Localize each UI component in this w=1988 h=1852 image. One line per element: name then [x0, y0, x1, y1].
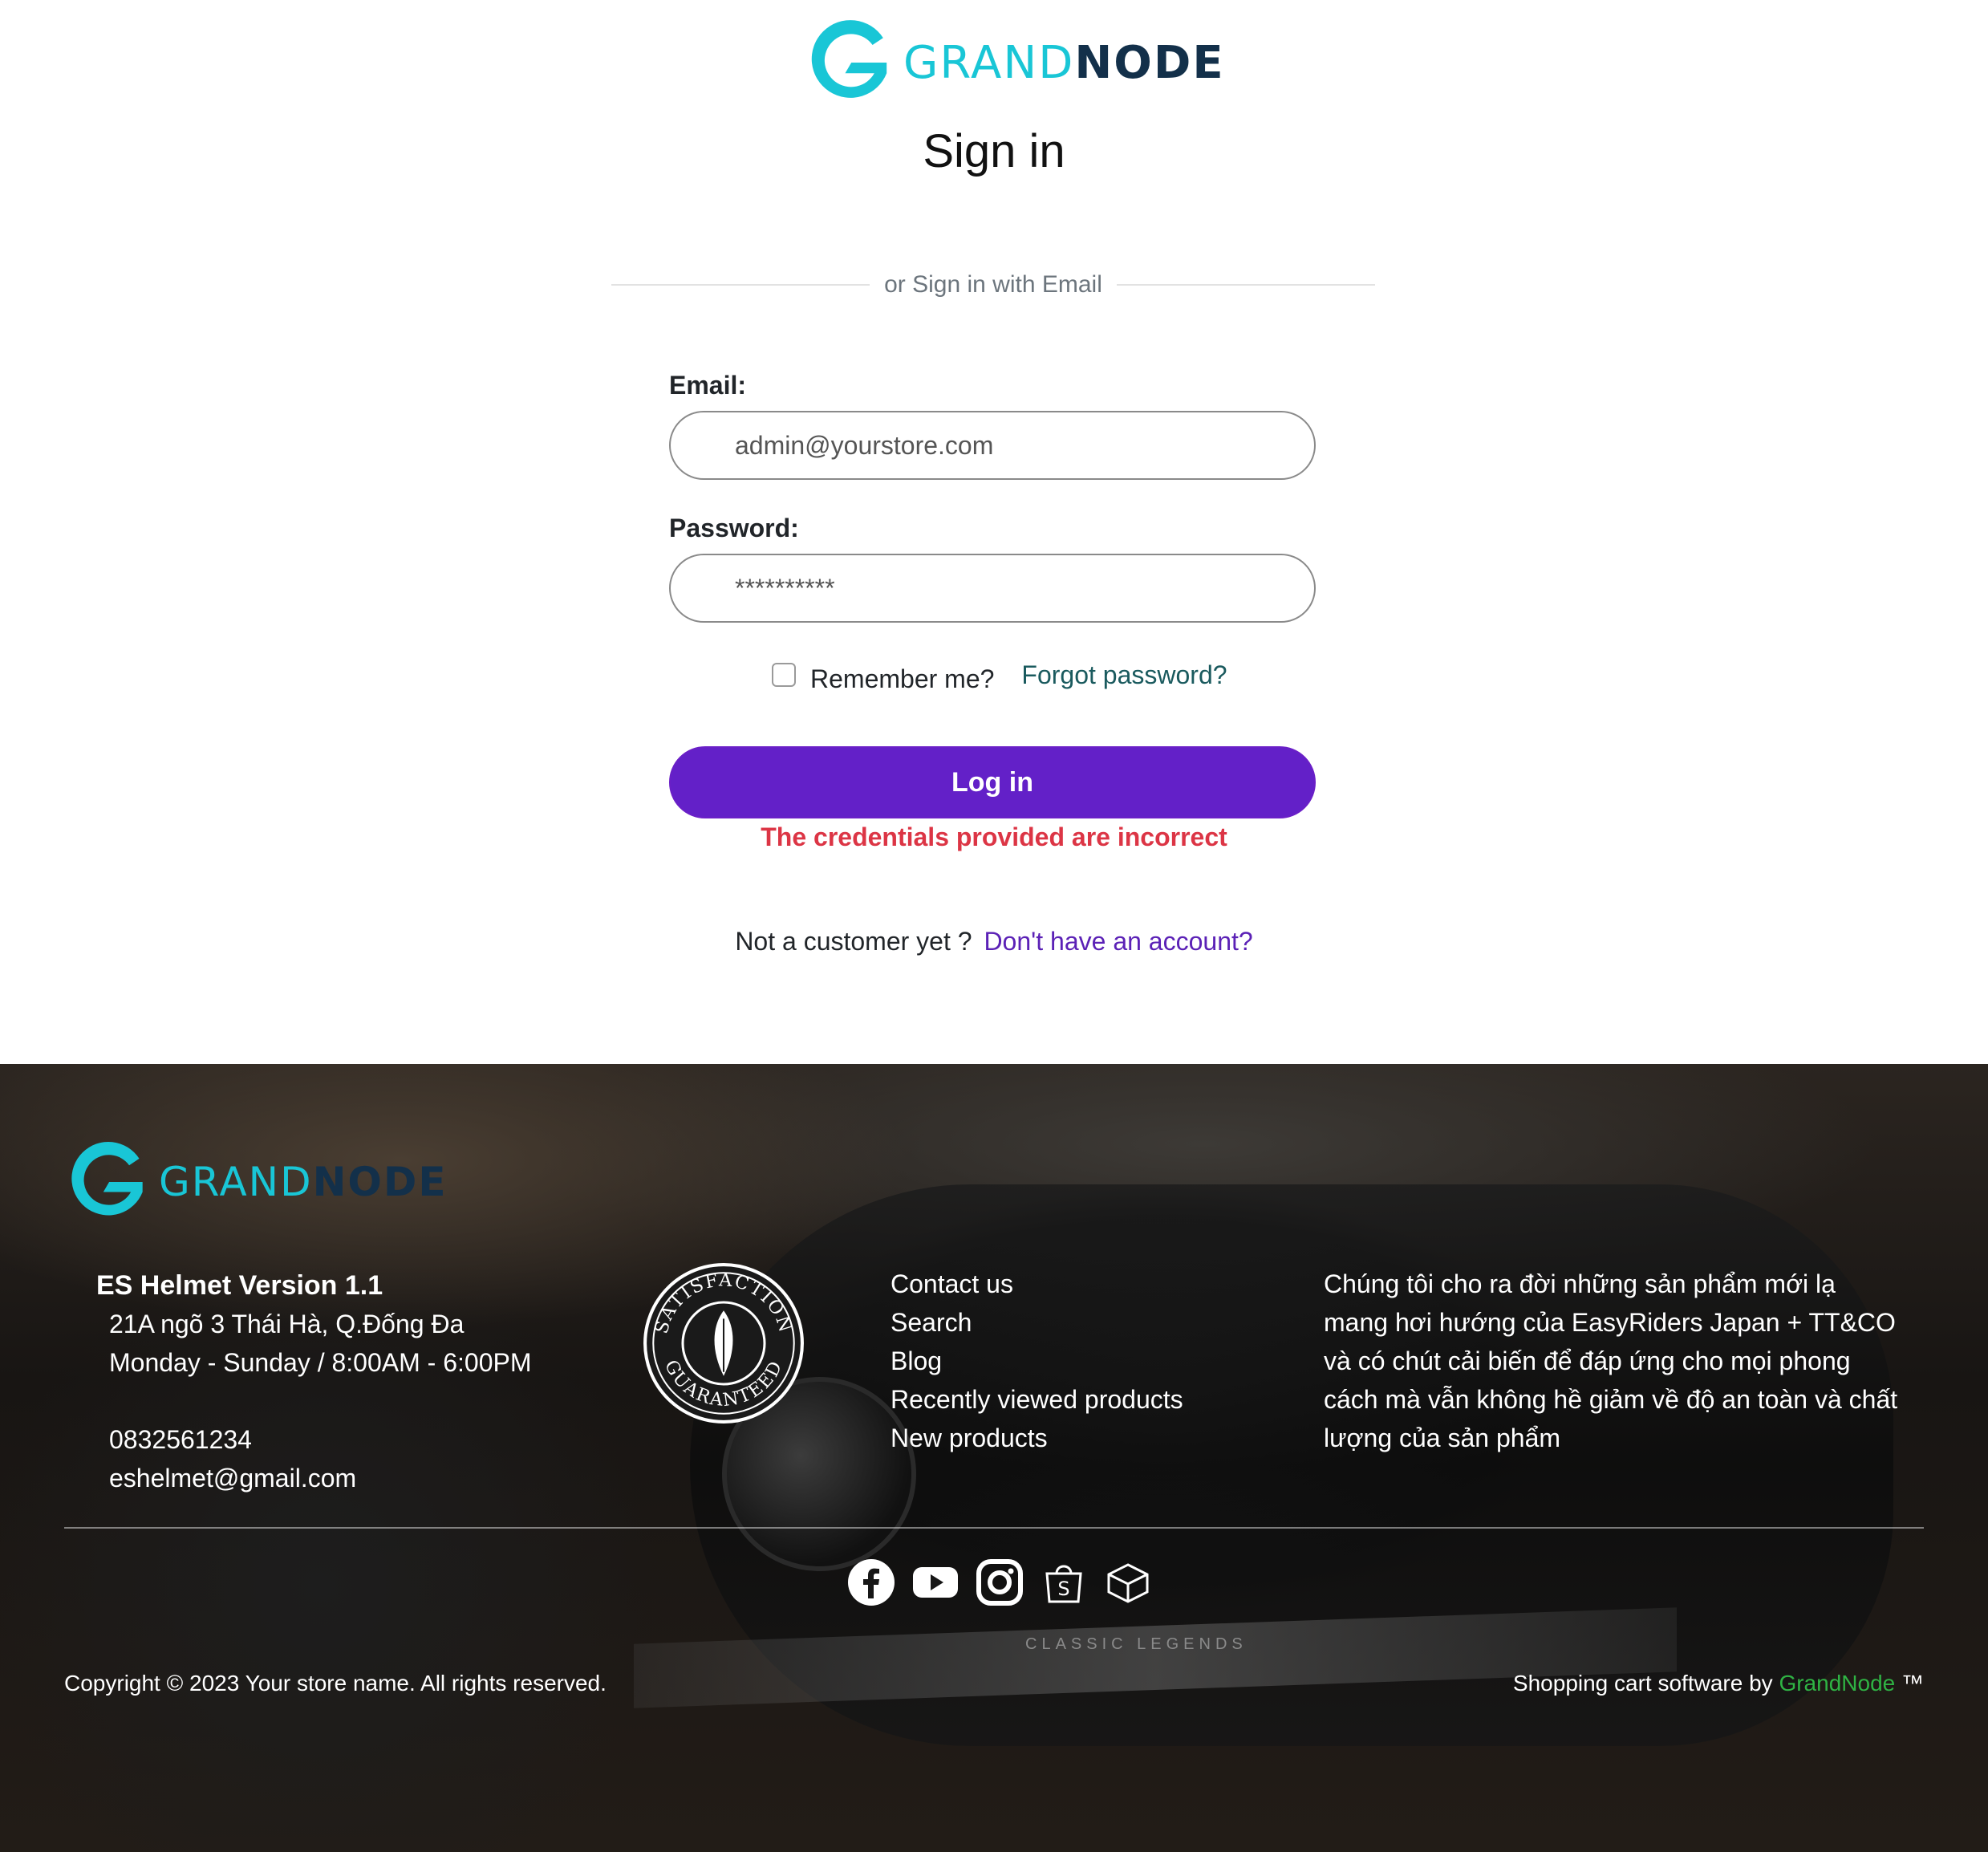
divider-line-right — [1116, 284, 1375, 286]
footer-link-new-products[interactable]: New products — [891, 1424, 1048, 1452]
email-label: Email: — [669, 371, 747, 400]
site-logo[interactable]: GRANDNODE — [805, 18, 1223, 108]
divider-line-left — [611, 284, 870, 286]
remember-me-checkbox[interactable] — [772, 663, 796, 687]
remember-me-label[interactable]: Remember me? — [810, 664, 994, 694]
password-field[interactable] — [669, 554, 1316, 623]
store-address: 21A ngõ 3 Thái Hà, Q.Đống Đa — [109, 1310, 465, 1338]
login-button[interactable]: Log in — [669, 746, 1316, 818]
shopee-icon[interactable]: S — [1040, 1558, 1088, 1606]
footer-link-item: Blog — [891, 1342, 1183, 1380]
grandnode-logo-icon — [811, 20, 887, 98]
divider-text: or Sign in with Email — [884, 271, 1102, 298]
instagram-icon[interactable] — [976, 1558, 1024, 1606]
sign-in-divider: or Sign in with Email — [611, 265, 1375, 305]
footer-link-contact-us[interactable]: Contact us — [891, 1269, 1013, 1298]
register-prompt: Not a customer yet ? — [735, 927, 972, 956]
store-name: ES Helmet Version 1.1 — [96, 1270, 383, 1301]
facebook-icon[interactable] — [847, 1558, 895, 1606]
social-links: S — [847, 1558, 1152, 1606]
svg-text:S: S — [1057, 1578, 1069, 1600]
store-hours: Monday - Sunday / 8:00AM - 6:00PM — [109, 1348, 532, 1377]
youtube-icon[interactable] — [911, 1558, 960, 1606]
footer-links: Contact us Search Blog Recently viewed p… — [891, 1265, 1183, 1457]
password-label: Password: — [669, 514, 799, 542]
store-email: eshelmet@gmail.com — [109, 1464, 357, 1493]
powered-by-prefix: Shopping cart software by — [1512, 1671, 1773, 1696]
footer-logo-text: GRANDNODE — [159, 1159, 448, 1205]
footer-logo[interactable]: GRANDNODE — [66, 1138, 483, 1226]
login-error-message: The credentials provided are incorrect — [761, 822, 1227, 851]
remember-row: Remember me? Forgot password? — [772, 655, 1227, 695]
satisfaction-guaranteed-seal: SATISFACTION GUARANTEED — [642, 1261, 805, 1425]
package-icon[interactable] — [1104, 1558, 1152, 1606]
footer-link-item: Recently viewed products — [891, 1380, 1183, 1419]
footer-link-item: New products — [891, 1419, 1183, 1457]
grandnode-logo-icon — [71, 1141, 143, 1216]
footer-link-item: Contact us — [891, 1265, 1183, 1303]
trademark-symbol: ™ — [1901, 1671, 1924, 1696]
footer-about-text: Chúng tôi cho ra đời những sản phẩm mới … — [1324, 1269, 1898, 1452]
footer: CLASSIC LEGENDS GRANDNODE ES Helmet Vers… — [0, 1064, 1988, 1852]
forgot-password-link[interactable]: Forgot password? — [1021, 660, 1227, 690]
footer-divider — [64, 1527, 1924, 1529]
footer-background-text: CLASSIC LEGENDS — [1025, 1635, 1248, 1653]
footer-link-item: Search — [891, 1303, 1183, 1342]
register-prompt-row: Not a customer yet ? Don't have an accou… — [0, 927, 1988, 956]
footer-link-recently-viewed[interactable]: Recently viewed products — [891, 1385, 1183, 1414]
footer-link-search[interactable]: Search — [891, 1308, 972, 1337]
grandnode-link[interactable]: GrandNode — [1779, 1671, 1895, 1696]
email-field[interactable] — [669, 411, 1316, 480]
footer-link-blog[interactable]: Blog — [891, 1346, 942, 1375]
logo-text: GRANDNODE — [903, 36, 1225, 89]
register-link[interactable]: Don't have an account? — [984, 927, 1252, 956]
copyright-text: Copyright © 2023 Your store name. All ri… — [64, 1671, 607, 1696]
store-phone: 0832561234 — [109, 1425, 252, 1454]
page-title: Sign in — [923, 125, 1065, 177]
powered-by: Shopping cart software by GrandNode ™ — [1513, 1671, 1924, 1696]
store-info: ES Helmet Version 1.1 21A ngõ 3 Thái Hà,… — [96, 1266, 531, 1497]
